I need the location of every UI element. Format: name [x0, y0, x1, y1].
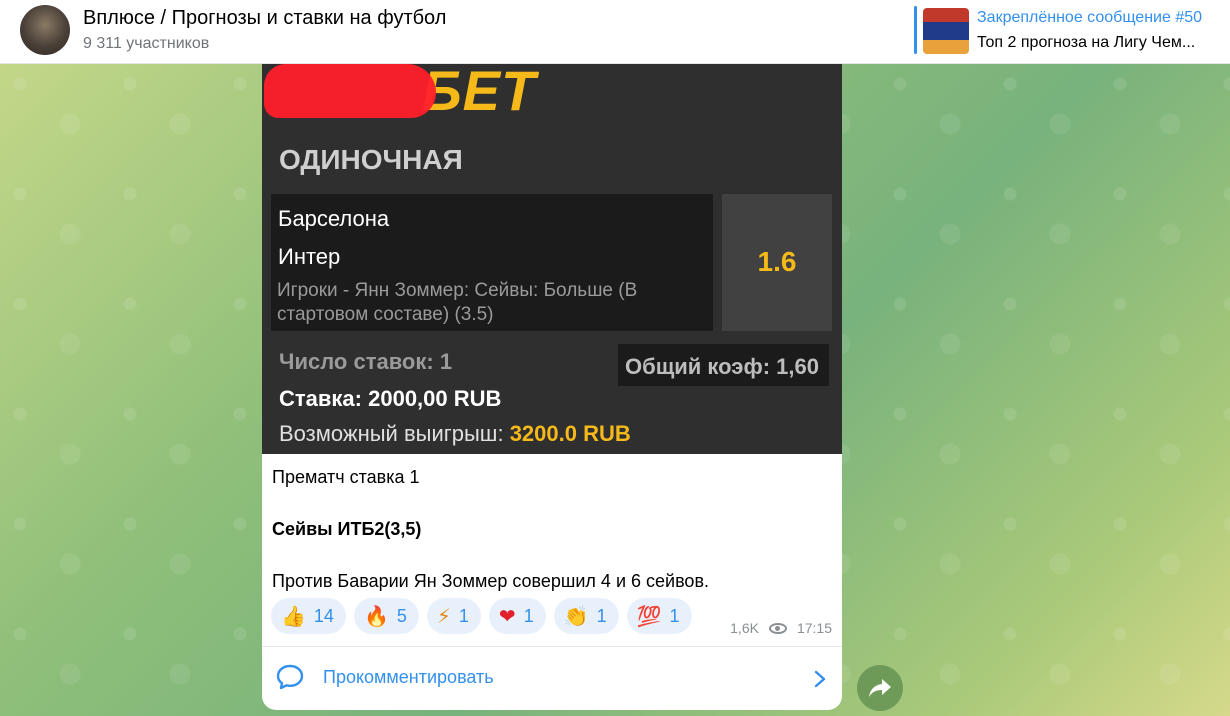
possible-win-value: 3200.0 RUB — [509, 421, 631, 446]
reaction-count: 14 — [313, 605, 334, 626]
team-2: Интер — [278, 244, 341, 269]
reaction-heart[interactable]: ❤ 1 — [488, 598, 546, 634]
odd-box: 1.6 — [722, 194, 832, 331]
chevron-right-icon — [814, 670, 826, 688]
forward-button[interactable] — [857, 665, 903, 711]
hundred-icon: 💯 — [636, 605, 662, 628]
pinned-title[interactable]: Закреплённое сообщение #50 — [977, 9, 1202, 27]
channel-title[interactable]: Вплюсе / Прогнозы и ставки на футбол — [83, 7, 446, 30]
reaction-count: 1 — [669, 605, 680, 626]
reaction-count: 1 — [523, 605, 534, 626]
forward-arrow-icon — [869, 679, 891, 697]
channel-avatar[interactable] — [20, 5, 70, 55]
possible-win-label: Возможный выигрыш: — [279, 421, 510, 446]
reaction-thumbs-up[interactable]: 👍 14 — [271, 598, 346, 634]
pinned-text[interactable]: Топ 2 прогноза на Лигу Чем... — [977, 34, 1195, 52]
post-meta: 1,6K 17:15 — [730, 620, 832, 636]
reaction-count: 1 — [596, 605, 607, 626]
lightning-icon: ⚡ — [436, 605, 451, 628]
pinned-thumbnail[interactable] — [923, 8, 969, 54]
redaction-scribble — [264, 64, 436, 118]
reaction-count: 1 — [458, 605, 469, 626]
post-text: Прематч ставка 1 Сейвы ИТБ2(3,5) Против … — [272, 464, 832, 594]
odd-value: 1.6 — [757, 246, 797, 277]
post-time: 17:15 — [796, 620, 832, 636]
team-1: Барселона — [278, 206, 390, 231]
heart-icon: ❤ — [498, 605, 516, 628]
fire-icon: 🔥 — [363, 605, 389, 628]
reaction-clap[interactable]: 👏 1 — [553, 598, 619, 634]
subscriber-count: 9 311 участников — [83, 35, 210, 52]
pinned-indicator — [914, 6, 917, 54]
clap-icon: 👏 — [563, 605, 589, 628]
bet-count: Число ставок: 1 — [279, 349, 453, 374]
bet-type-label: ОДИНОЧНАЯ — [279, 144, 463, 175]
comment-bubble-icon — [276, 664, 304, 690]
possible-win: Возможный выигрыш: 3200.0 RUB — [279, 421, 631, 447]
post-line-1: Прематч ставка 1 — [272, 467, 420, 487]
event-box: Барселона Интер Игроки - Янн Зоммер: Сей… — [271, 194, 713, 331]
bookmaker-logo: БЕТ — [422, 64, 537, 122]
reaction-fire[interactable]: 🔥 5 — [353, 598, 419, 634]
channel-post: БЕТ ОДИНОЧНАЯ Барселона Интер Игроки - Я… — [262, 64, 842, 710]
bet-slip-image[interactable]: БЕТ ОДИНОЧНАЯ Барселона Интер Игроки - Я… — [262, 64, 842, 454]
view-count: 1,6K — [730, 620, 759, 636]
reaction-count: 5 — [396, 605, 407, 626]
chat-header: Вплюсе / Прогнозы и ставки на футбол 9 3… — [0, 0, 1230, 64]
eye-icon — [768, 622, 787, 634]
thumbs-up-icon: 👍 — [281, 605, 306, 628]
stake-amount: Ставка: 2000,00 RUB — [279, 386, 502, 411]
comment-button[interactable]: Прокомментировать — [262, 647, 842, 710]
reactions-bar: 👍 14 🔥 5 ⚡ 1 ❤ 1 👏 1 💯 1 — [271, 598, 692, 636]
bet-market: Игроки - Янн Зоммер: Сейвы: Больше (В ст… — [277, 280, 638, 325]
post-line-2: Сейвы ИТБ2(3,5) — [272, 519, 422, 539]
reaction-hundred[interactable]: 💯 1 — [626, 598, 692, 634]
reaction-lightning[interactable]: ⚡ 1 — [426, 598, 481, 634]
comment-label: Прокомментировать — [323, 667, 494, 687]
post-line-3: Против Баварии Ян Зоммер совершил 4 и 6 … — [272, 571, 710, 591]
total-coefficient: Общий коэф: 1,60 — [618, 344, 829, 386]
